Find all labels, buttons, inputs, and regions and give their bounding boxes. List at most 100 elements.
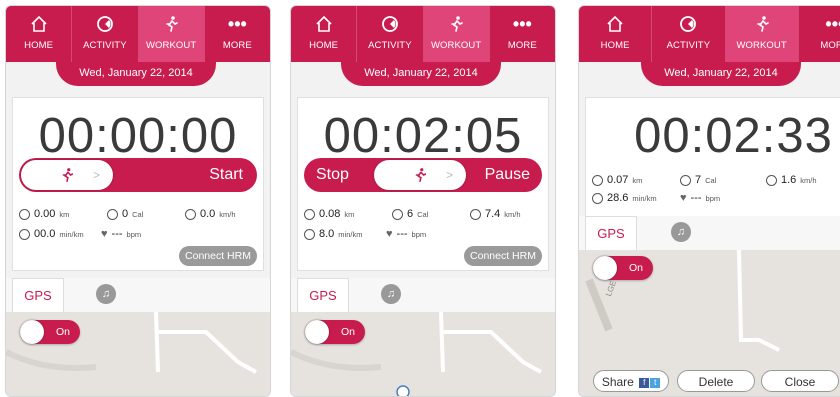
heart-value: --- [690, 192, 702, 204]
calories-unit: Cal [417, 209, 429, 219]
nav-workout-label: WORKOUT [736, 40, 787, 51]
calories-unit: Cal [132, 209, 144, 219]
runner-icon [726, 14, 798, 34]
facebook-icon: f [639, 377, 650, 388]
nav-home-label: HOME [309, 40, 339, 51]
stop-label[interactable]: Stop [316, 158, 349, 192]
speed-icon [185, 208, 196, 220]
pace-value: 00.0 [34, 228, 56, 240]
tab-bar: GPS ♫ [579, 216, 840, 252]
map-view[interactable]: LGE On Share ft Delete Close [579, 250, 840, 396]
nav-home[interactable]: HOME [6, 6, 73, 62]
start-slider[interactable]: > Start [19, 158, 257, 192]
date-label: Wed, January 22, 2014 [641, 62, 801, 86]
music-icon[interactable]: ♫ [381, 284, 401, 304]
nav-activity[interactable]: ACTIVITY [357, 6, 424, 62]
nav-activity[interactable]: ACTIVITY [652, 6, 726, 62]
toggle-label: On [628, 262, 643, 274]
music-icon[interactable]: ♫ [671, 222, 691, 242]
calories-icon [392, 208, 403, 220]
pace-value: 28.6 [607, 192, 629, 204]
timer-display: 00:02:05 [323, 109, 523, 163]
start-label: Start [209, 166, 243, 183]
chevron-right-icon: > [93, 168, 101, 182]
nav-activity-label: ACTIVITY [83, 40, 127, 51]
connect-hrm-button[interactable]: Connect HRM [464, 246, 542, 266]
tab-gps[interactable]: GPS [297, 278, 349, 314]
chevron-right-icon: > [446, 168, 454, 182]
gps-toggle[interactable]: On [20, 320, 80, 344]
gps-toggle[interactable]: On [305, 320, 365, 344]
speed-unit: km/h [504, 209, 521, 219]
pause-label[interactable]: Pause [485, 158, 530, 192]
pace-unit: min/km [338, 229, 363, 239]
distance-icon [304, 208, 315, 220]
nav-workout-label: WORKOUT [145, 40, 197, 51]
pace-icon [592, 192, 603, 204]
nav-workout-label: WORKOUT [430, 40, 482, 51]
toggle-label: On [340, 326, 355, 338]
calories-unit: Cal [705, 175, 717, 185]
heart-value: --- [111, 228, 123, 240]
nav-more[interactable]: ••• MORE [490, 6, 555, 62]
heart-value: --- [396, 228, 408, 240]
stop-pause-slider[interactable]: Stop > Pause [304, 158, 542, 192]
nav-activity-label: ACTIVITY [666, 40, 711, 51]
nav-more[interactable]: ••• MORE [205, 6, 270, 62]
nav-activity[interactable]: ACTIVITY [72, 6, 139, 62]
connect-hrm-button[interactable]: Connect HRM [179, 246, 257, 266]
heart-stat: ♥ --- bpm [101, 228, 141, 240]
heart-icon: ♥ [680, 192, 687, 204]
slider-knob[interactable]: > [374, 160, 466, 190]
calories-icon [680, 174, 691, 186]
calories-icon [107, 208, 118, 220]
heart-stat: ♥ --- bpm [386, 228, 426, 240]
nav-home-label: HOME [600, 40, 630, 51]
music-icon[interactable]: ♫ [96, 284, 116, 304]
pace-unit: min/km [59, 229, 84, 239]
pace-value: 8.0 [319, 228, 335, 240]
delete-button[interactable]: Delete [677, 370, 755, 392]
speed-stat: 1.6 km/h [766, 174, 817, 186]
timer-display: 00:00:00 [38, 109, 238, 163]
close-button[interactable]: Close [761, 370, 839, 392]
nav-more[interactable]: ••• MORE [799, 6, 840, 62]
pace-stat: 00.0 min/km [19, 228, 84, 240]
share-button[interactable]: Share ft [593, 370, 669, 392]
speed-value: 0.0 [200, 208, 216, 220]
home-icon [579, 14, 651, 34]
tab-bar: GPS ♫ [291, 278, 555, 314]
distance-icon [19, 208, 30, 220]
slider-knob[interactable]: > [21, 160, 113, 190]
tab-gps[interactable]: GPS [12, 278, 64, 314]
pace-icon [304, 228, 315, 240]
tab-gps[interactable]: GPS [585, 216, 637, 252]
distance-stat: 0.08 km [304, 208, 354, 220]
phone-screen-summary: HOME ACTIVITY WORKOUT ••• MORE Wed, Janu… [578, 5, 840, 397]
nav-workout[interactable]: WORKOUT [725, 6, 799, 62]
activity-icon [72, 14, 137, 34]
nav-more-label: MORE [222, 40, 252, 51]
nav-workout[interactable]: WORKOUT [138, 6, 205, 62]
map-view[interactable]: On [6, 312, 270, 396]
heart-unit: bpm [411, 229, 427, 239]
runner-icon [415, 168, 427, 183]
map-view[interactable]: On [291, 312, 555, 396]
home-icon [291, 14, 356, 34]
runner-icon [139, 14, 204, 34]
distance-value: 0.00 [34, 208, 56, 220]
nav-activity-label: ACTIVITY [368, 40, 412, 51]
nav-home[interactable]: HOME [291, 6, 358, 62]
distance-unit: km [344, 209, 355, 219]
more-dots-icon: ••• [825, 14, 840, 34]
nav-workout[interactable]: WORKOUT [423, 6, 490, 62]
distance-value: 0.08 [319, 208, 341, 220]
heart-icon: ♥ [101, 228, 108, 240]
heart-icon: ♥ [386, 228, 393, 240]
pace-stat: 28.6 min/km [592, 192, 657, 204]
nav-home[interactable]: HOME [579, 6, 653, 62]
pace-unit: min/km [632, 193, 657, 203]
pace-stat: 8.0 min/km [304, 228, 362, 240]
speed-unit: km/h [800, 175, 817, 185]
gps-toggle[interactable]: On [593, 256, 653, 280]
